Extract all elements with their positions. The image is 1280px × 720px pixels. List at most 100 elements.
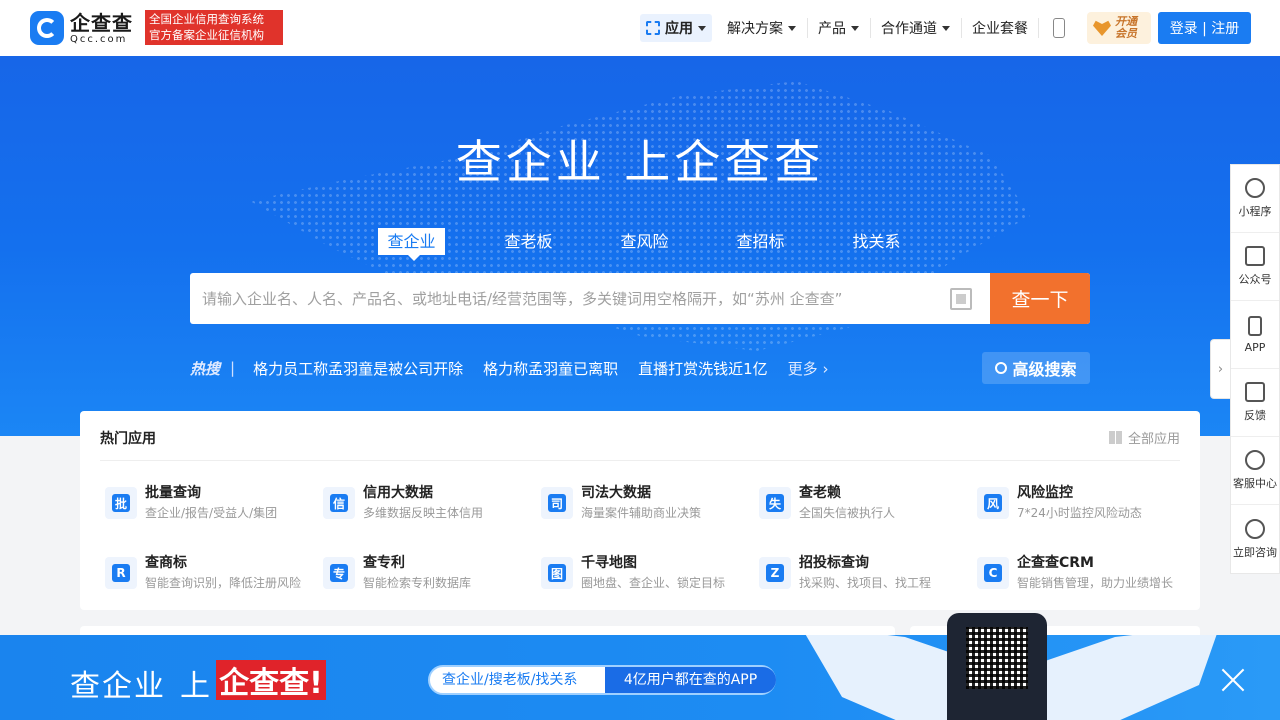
expand-icon bbox=[646, 21, 660, 35]
app-crm[interactable]: C 企查查CRM 智能销售管理，助力业绩增长 bbox=[972, 552, 1182, 592]
monitor-icon: 风 bbox=[977, 487, 1009, 519]
logo-name: 企查查 bbox=[70, 10, 133, 35]
app-name: 企查查CRM bbox=[1017, 555, 1094, 571]
app-desc: 查企业/报告/受益人/集团 bbox=[145, 506, 278, 520]
banner-pill: 查企业/搜老板/找关系 4亿用户都在查的APP bbox=[428, 665, 776, 695]
app-name: 查商标 bbox=[145, 555, 187, 571]
app-name: 批量查询 bbox=[145, 485, 201, 501]
login-register-button[interactable]: 登录 | 注册 bbox=[1158, 12, 1251, 44]
phone-qr-image bbox=[947, 613, 1047, 720]
sidebar-item-feedback[interactable]: 反馈 bbox=[1231, 369, 1279, 437]
crm-icon: C bbox=[977, 557, 1009, 589]
open-vip-button[interactable]: 开通 会员 bbox=[1087, 12, 1151, 44]
app-risk-monitor[interactable]: 风 风险监控 7*24小时监控风险动态 bbox=[972, 482, 1182, 522]
app-desc: 圈地盘、查企业、锁定目标 bbox=[581, 576, 726, 590]
app-name: 司法大数据 bbox=[581, 485, 651, 501]
chevron-right-icon: › bbox=[822, 359, 829, 378]
app-trademark[interactable]: R 查商标 智能查询识别，降低注册风险 bbox=[100, 552, 310, 592]
tab-relations[interactable]: 找关系 bbox=[843, 228, 910, 255]
hero-title: 查企业 上企查查 bbox=[455, 135, 825, 189]
hot-search-item[interactable]: 格力员工称孟羽童是被公司开除 bbox=[253, 358, 463, 379]
nav-solutions-menu[interactable]: 解决方案 bbox=[717, 14, 806, 42]
close-icon[interactable] bbox=[1218, 665, 1248, 695]
sidebar-item-app[interactable]: APP bbox=[1231, 301, 1279, 369]
app-name: 查老赖 bbox=[799, 485, 841, 501]
app-desc: 智能检索专利数据库 bbox=[363, 576, 472, 590]
bidding-icon: Z bbox=[759, 557, 791, 589]
mini-program-icon bbox=[1245, 178, 1265, 198]
app-download-banner[interactable]: 查企业 上 企查查! 查企业/搜老板/找关系 4亿用户都在查的APP bbox=[0, 635, 1280, 720]
app-name: 千寻地图 bbox=[581, 555, 637, 571]
app-map[interactable]: 图 千寻地图 圈地盘、查企业、锁定目标 bbox=[536, 552, 746, 592]
app-batch-query[interactable]: 批 批量查询 查企业/报告/受益人/集团 bbox=[100, 482, 310, 522]
tab-company[interactable]: 查企业 bbox=[378, 228, 445, 261]
mobile-phone-icon[interactable] bbox=[1053, 18, 1065, 38]
hot-search-item[interactable]: 直播打赏洗钱近1亿 bbox=[638, 358, 768, 379]
certification-badge: 全国企业信用查询系统 官方备案企业征信机构 bbox=[145, 10, 283, 45]
hot-search-more-link[interactable]: 更多 › bbox=[788, 358, 829, 379]
hot-search-item[interactable]: 格力称孟羽童已离职 bbox=[483, 358, 618, 379]
vip-heart-icon bbox=[1093, 20, 1111, 36]
banner-pill-left-text: 查企业/搜老板/找关系 bbox=[442, 672, 578, 688]
app-desc: 智能销售管理，助力业绩增长 bbox=[1017, 576, 1174, 590]
all-apps-link[interactable]: 全部应用 bbox=[1108, 428, 1180, 447]
advanced-search-button[interactable]: 高级搜索 bbox=[982, 352, 1090, 384]
sidebar-item-mini-program[interactable]: 小程序 bbox=[1231, 165, 1279, 233]
trademark-icon: R bbox=[105, 557, 137, 589]
map-pin-icon: 图 bbox=[541, 557, 573, 589]
hot-apps-panel: 热门应用 全部应用 批 批量查询 查企业/报告/受益人/集团 信 信用大数据 多… bbox=[80, 411, 1200, 610]
patent-icon: 专 bbox=[323, 557, 355, 589]
search-input[interactable] bbox=[202, 273, 942, 324]
batch-query-icon: 批 bbox=[105, 487, 137, 519]
edit-icon bbox=[1245, 382, 1265, 402]
chevron-right-icon: › bbox=[1217, 361, 1224, 377]
qr-scan-icon[interactable] bbox=[950, 288, 972, 310]
banner-slogan-part2: 上 bbox=[180, 669, 210, 704]
headset-icon bbox=[1245, 450, 1265, 470]
app-desc: 海量案件辅助商业决策 bbox=[581, 506, 702, 520]
nav-packages-link[interactable]: 企业套餐 bbox=[962, 14, 1038, 42]
banner-brand-highlight: 企查查! bbox=[216, 660, 326, 701]
app-bidding-query[interactable]: Z 招投标查询 找采购、找项目、找工程 bbox=[754, 552, 964, 592]
top-header: 企查查 Qcc.com 全国企业信用查询系统 官方备案企业征信机构 应用 解决方… bbox=[0, 0, 1280, 56]
divider bbox=[1038, 18, 1039, 38]
app-credit-data[interactable]: 信 信用大数据 多维数据反映主体信用 bbox=[318, 482, 528, 522]
phone-icon bbox=[1248, 315, 1262, 336]
search-icon bbox=[995, 362, 1008, 374]
logo-domain: Qcc.com bbox=[70, 33, 128, 45]
nav-products-menu[interactable]: 产品 bbox=[808, 14, 869, 42]
search-button[interactable]: 查一下 bbox=[990, 273, 1090, 324]
sidebar-item-customer-service[interactable]: 客服中心 bbox=[1231, 437, 1279, 505]
search-tabs: 查企业 查老板 查风险 查招标 找关系 bbox=[378, 228, 910, 261]
chevron-down-icon bbox=[788, 25, 796, 31]
logo[interactable]: 企查查 Qcc.com 全国企业信用查询系统 官方备案企业征信机构 bbox=[30, 10, 283, 45]
hot-search-label: 热搜 bbox=[190, 359, 221, 378]
sidebar-item-official-account[interactable]: 公众号 bbox=[1231, 233, 1279, 301]
tab-boss[interactable]: 查老板 bbox=[495, 228, 562, 255]
app-name: 信用大数据 bbox=[363, 485, 433, 501]
banner-slogan-part1: 查企业 bbox=[70, 669, 166, 704]
app-name: 招投标查询 bbox=[799, 555, 869, 571]
tab-risk[interactable]: 查风险 bbox=[611, 228, 678, 255]
chevron-down-icon bbox=[851, 25, 859, 31]
floating-sidebar: 小程序 公众号 APP 反馈 客服中心 立即咨询 bbox=[1230, 164, 1280, 574]
banner-pill-right-text: 4亿用户都在查的APP bbox=[605, 667, 776, 693]
scales-icon: 司 bbox=[541, 487, 573, 519]
nav-app-menu[interactable]: 应用 bbox=[640, 14, 712, 42]
search-box: 查一下 bbox=[190, 273, 1090, 324]
chevron-down-icon bbox=[698, 25, 706, 31]
nav-partners-menu[interactable]: 合作通道 bbox=[871, 14, 960, 42]
app-dishonest-debtors[interactable]: 失 查老赖 全国失信被执行人 bbox=[754, 482, 964, 522]
chat-bubble-icon bbox=[1245, 518, 1265, 539]
app-judicial-data[interactable]: 司 司法大数据 海量案件辅助商业决策 bbox=[536, 482, 746, 522]
hot-search-bar: 热搜 | 格力员工称孟羽童是被公司开除 格力称孟羽童已离职 直播打赏洗钱近1亿 … bbox=[190, 352, 828, 384]
sidebar-toggle-button[interactable]: › bbox=[1210, 339, 1230, 399]
app-patent[interactable]: 专 查专利 智能检索专利数据库 bbox=[318, 552, 528, 592]
tab-bidding[interactable]: 查招标 bbox=[727, 228, 794, 255]
app-desc: 7*24小时监控风险动态 bbox=[1017, 506, 1142, 520]
credit-icon: 信 bbox=[323, 487, 355, 519]
divider: | bbox=[230, 359, 236, 377]
sidebar-item-consult[interactable]: 立即咨询 bbox=[1231, 505, 1279, 573]
grid-icon bbox=[1108, 431, 1122, 444]
logo-icon bbox=[30, 11, 64, 45]
